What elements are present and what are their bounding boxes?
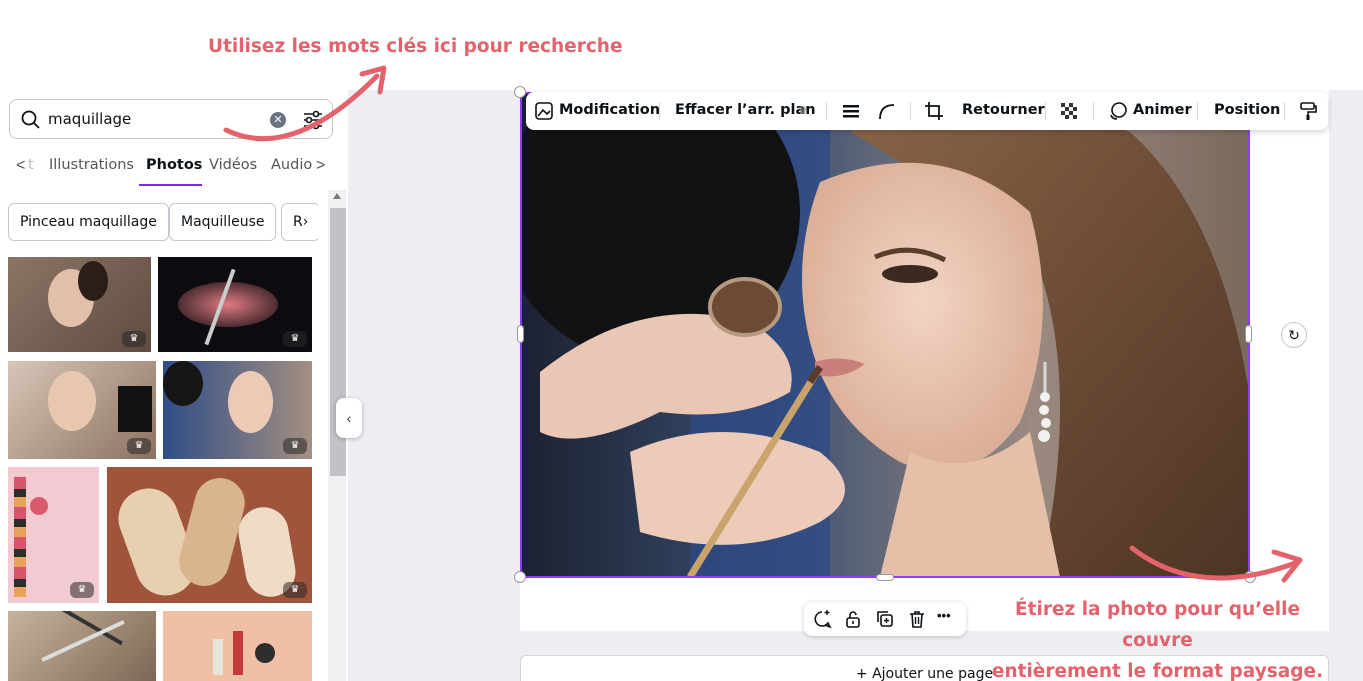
photo-thumbnail[interactable]: ♛ [8, 361, 156, 459]
animate-button[interactable]: Animer [1133, 102, 1192, 118]
edit-button[interactable]: Modification [559, 102, 660, 118]
crown-icon: ♛ [127, 438, 151, 454]
active-tab-indicator [139, 184, 202, 186]
transparency-icon[interactable] [1059, 101, 1079, 121]
content-type-tabs: < t Illustrations Photos Vidéos Audio > [0, 148, 340, 188]
selected-photo[interactable] [520, 92, 1249, 577]
flip-button[interactable]: Retourner [962, 102, 1045, 118]
comment-icon[interactable] [812, 609, 832, 629]
toolbar-divider [910, 102, 911, 120]
crown-icon: ♛ [122, 331, 146, 347]
tab-audio[interactable]: Audio [271, 157, 312, 173]
resize-handle-right[interactable] [1245, 325, 1252, 343]
annotation-line-1: Étirez la photo pour qu’elle couvre [1015, 599, 1300, 651]
suggestion-chips: Pinceau maquillage Maquilleuse R› [8, 203, 318, 243]
photo-thumbnail[interactable]: ♛ [8, 257, 151, 352]
resize-handle-bottom-left[interactable] [514, 571, 526, 583]
makeup-photo-illustration [520, 92, 1249, 577]
photo-thumbnail[interactable] [163, 611, 312, 681]
animate-icon[interactable] [1108, 101, 1128, 121]
corner-radius-icon[interactable] [876, 101, 896, 121]
search-panel: maquillage ✕ < t Illustrations Photos Vi… [0, 90, 348, 681]
duplicate-icon[interactable] [875, 609, 895, 629]
photo-thumbnail[interactable]: ♛ [107, 467, 312, 603]
toolbar-divider [659, 102, 660, 120]
toolbar-divider [1045, 102, 1046, 120]
annotation-search-hint: Utilisez les mots clés ici pour recherch… [208, 36, 623, 57]
paint-roller-icon[interactable] [1298, 101, 1318, 121]
element-actions-toolbar: ••• [804, 602, 966, 636]
tabs-next-icon[interactable]: > [316, 157, 325, 175]
scroll-up-icon[interactable] [333, 193, 341, 199]
crown-icon: ♛ [798, 104, 808, 117]
trash-icon[interactable] [907, 609, 927, 629]
chip-pinceau-maquillage[interactable]: Pinceau maquillage [8, 203, 169, 241]
tabs-prev-icon[interactable]: < [16, 157, 25, 175]
toolbar-divider [1093, 102, 1094, 120]
annotation-line-2: entièrement le format paysage. [991, 661, 1324, 681]
rotate-icon[interactable]: ↻ [1281, 322, 1307, 348]
tab-illustrations[interactable]: Illustrations [49, 157, 134, 173]
toolbar-divider [1284, 102, 1285, 120]
annotation-stretch-hint: Étirez la photo pour qu’elle couvre enti… [985, 594, 1330, 681]
search-input[interactable]: maquillage [48, 110, 131, 128]
resize-handle-left[interactable] [517, 325, 524, 343]
crown-icon: ♛ [283, 331, 307, 347]
lock-icon[interactable] [843, 609, 863, 629]
chip-partial[interactable]: R› [281, 203, 318, 241]
crown-icon: ♛ [70, 582, 94, 598]
photo-thumbnail[interactable]: ♛ [163, 361, 312, 459]
image-toolbar: Modification Effacer l’arr. plan ♛ Retou… [526, 92, 1328, 130]
crown-icon: ♛ [283, 438, 307, 454]
collapse-panel-button[interactable]: ‹ [336, 398, 362, 438]
chip-maquilleuse[interactable]: Maquilleuse [169, 203, 277, 241]
toolbar-divider [826, 102, 827, 120]
resize-handle-bottom[interactable] [876, 574, 894, 581]
annotation-arrow-icon [223, 65, 387, 142]
resize-handle-top-left[interactable] [514, 86, 526, 98]
edit-image-icon [535, 102, 553, 120]
photo-thumbnail[interactable]: ♛ [8, 467, 99, 603]
tab-photos[interactable]: Photos [146, 157, 202, 173]
toolbar-divider [1197, 102, 1198, 120]
remove-background-button[interactable]: Effacer l’arr. plan [675, 102, 816, 118]
screen: ↻ Modification Effacer l’arr. plan ♛ Ret… [0, 0, 1363, 681]
crown-icon: ♛ [283, 582, 307, 598]
crop-icon[interactable] [924, 101, 944, 121]
search-icon [21, 110, 40, 129]
position-button[interactable]: Position [1214, 102, 1280, 118]
tab-videos[interactable]: Vidéos [209, 157, 257, 173]
more-icon[interactable]: ••• [937, 608, 963, 628]
tab-partial[interactable]: t [28, 157, 34, 173]
line-weight-icon[interactable] [841, 101, 861, 121]
photo-thumbnail[interactable] [8, 611, 156, 681]
annotation-arrow-icon [1129, 545, 1303, 583]
photo-thumbnail[interactable]: ♛ [158, 257, 312, 352]
